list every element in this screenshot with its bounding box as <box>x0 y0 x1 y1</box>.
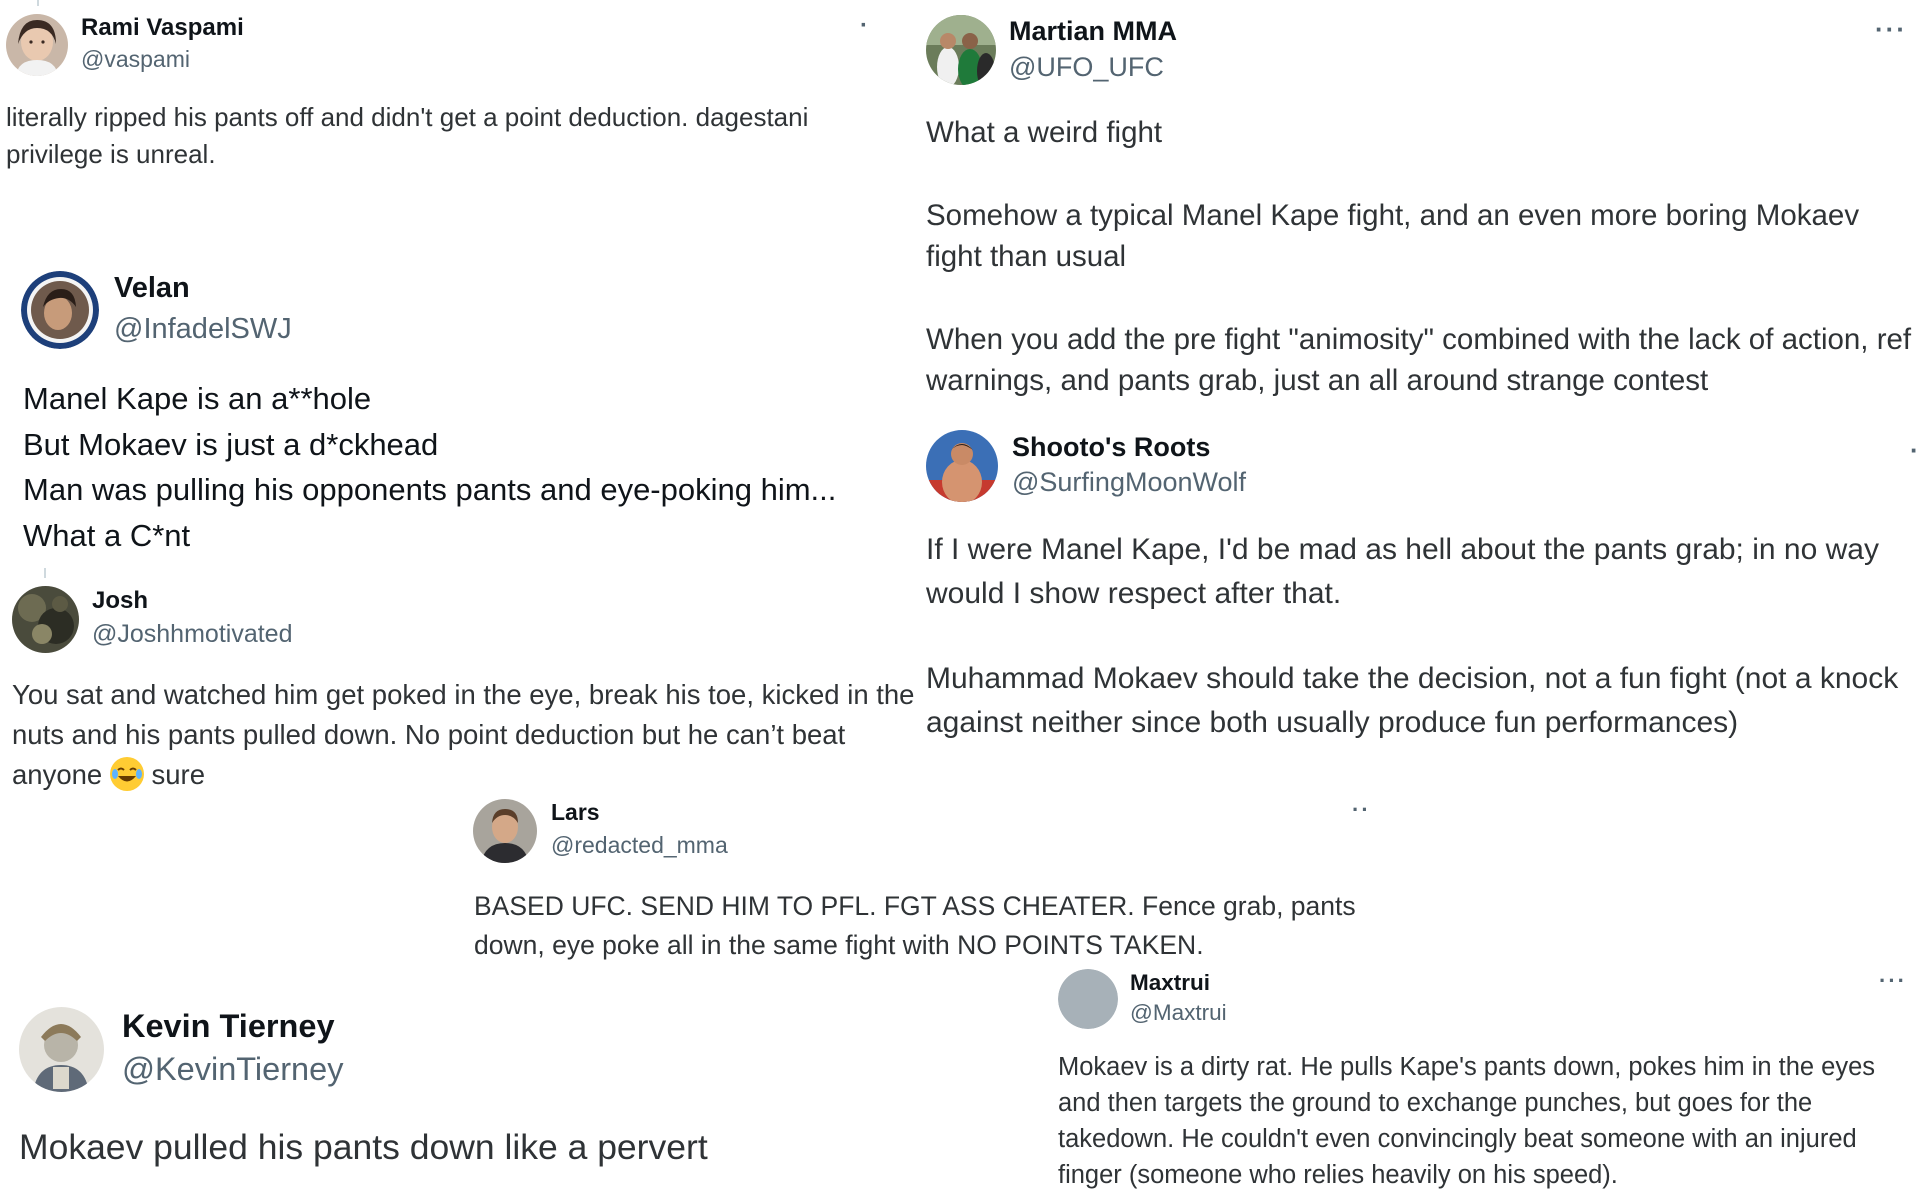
more-options-icon[interactable]: · <box>860 12 870 40</box>
avatar-photo <box>6 14 68 76</box>
display-name[interactable]: Maxtrui <box>1130 970 1210 996</box>
user-handle[interactable]: @SurfingMoonWolf <box>1012 467 1246 498</box>
tweet-lars: Lars @redacted_mma ·· BASED UFC. SEND HI… <box>470 795 1390 960</box>
avatar-photo <box>926 15 996 85</box>
default-avatar-icon <box>1058 969 1118 1029</box>
tweet-josh: Josh @Joshhmotivated You sat and watched… <box>0 568 920 798</box>
thread-line <box>44 568 46 578</box>
tweet-paragraph: Somehow a typical Manel Kape fight, and … <box>926 198 1860 274</box>
avatar-photo <box>21 271 99 349</box>
tweet-paragraph: What a weird fight <box>926 116 1163 149</box>
avatar[interactable] <box>1058 969 1118 1029</box>
user-handle[interactable]: @UFO_UFC <box>1009 52 1164 83</box>
avatar[interactable] <box>21 271 99 349</box>
user-handle[interactable]: @redacted_mma <box>551 832 728 859</box>
tears-of-joy-emoji-icon <box>109 757 144 791</box>
tweet-text: You sat and watched him get poked in the… <box>12 675 917 795</box>
tweet-line: But Mokaev is just a d*ckhead <box>23 426 439 462</box>
tweet-shooto: Shooto's Roots @SurfingMoonWolf · If I w… <box>920 415 1920 755</box>
avatar-photo <box>19 1007 104 1092</box>
tweet-rami: Rami Vaspami @vaspami · literally ripped… <box>0 0 900 180</box>
thread-line <box>37 0 39 6</box>
avatar-photo <box>473 799 537 863</box>
tweet-maxtrui: Maxtrui @Maxtrui ··· Mokaev is a dirty r… <box>1055 960 1920 1200</box>
tweet-martian: Martian MMA @UFO_UFC ··· What a weird fi… <box>920 0 1920 410</box>
display-name[interactable]: Shooto's Roots <box>1012 432 1210 463</box>
tweet-kevin: Kevin Tierney @KevinTierney Mokaev pulle… <box>0 995 1020 1200</box>
avatar-photo <box>926 430 998 502</box>
display-name[interactable]: Josh <box>92 587 148 615</box>
avatar[interactable] <box>6 14 68 76</box>
tweet-line: Man was pulling his opponents pants and … <box>23 472 837 507</box>
tweet-text: literally ripped his pants off and didn'… <box>6 102 809 169</box>
tweet-text: Manel Kape is an a**hole But Mokaev is j… <box>23 376 903 558</box>
user-handle[interactable]: @InfadelSWJ <box>114 313 292 346</box>
avatar[interactable] <box>473 799 537 863</box>
user-handle[interactable]: @vaspami <box>81 46 190 73</box>
avatar[interactable] <box>926 430 998 502</box>
tweet-paragraph: If I were Manel Kape, I'd be mad as hell… <box>926 533 1879 610</box>
tweet-text: What a weird fight Somehow a typical Man… <box>926 112 1916 402</box>
user-handle[interactable]: @KevinTierney <box>122 1051 343 1088</box>
tweet-line: Manel Kape is an a**hole <box>23 381 372 416</box>
more-options-icon[interactable]: ··· <box>1879 968 1907 994</box>
display-name[interactable]: Velan <box>114 272 190 305</box>
more-options-icon[interactable]: ·· <box>1352 797 1371 823</box>
tweet-text-part: sure <box>143 759 206 790</box>
avatar-photo <box>12 586 79 653</box>
tweet-velan: Velan @InfadelSWJ Manel Kape is an a**ho… <box>0 250 920 553</box>
tweet-text: Mokaev pulled his pants down like a perv… <box>19 1127 708 1167</box>
avatar[interactable] <box>12 586 79 653</box>
tweet-line: What a C*nt <box>23 517 191 553</box>
avatar[interactable] <box>19 1007 104 1092</box>
display-name[interactable]: Lars <box>551 799 600 826</box>
more-options-icon[interactable]: · <box>1910 435 1920 466</box>
tweet-paragraph: When you add the pre fight "animosity" c… <box>926 322 1912 398</box>
user-handle[interactable]: @Joshhmotivated <box>92 620 292 649</box>
display-name[interactable]: Rami Vaspami <box>81 14 244 42</box>
user-handle[interactable]: @Maxtrui <box>1130 1000 1227 1026</box>
tweet-text: Mokaev is a dirty rat. He pulls Kape's p… <box>1058 1053 1876 1189</box>
tweet-paragraph: Muhammad Mokaev should take the decision… <box>926 662 1899 739</box>
display-name[interactable]: Martian MMA <box>1009 16 1177 47</box>
more-options-icon[interactable]: ··· <box>1875 14 1907 45</box>
display-name[interactable]: Kevin Tierney <box>122 1008 335 1045</box>
avatar[interactable] <box>926 15 996 85</box>
tweet-text: If I were Manel Kape, I'd be mad as hell… <box>926 528 1916 744</box>
tweet-text: BASED UFC. SEND HIM TO PFL. FGT ASS CHEA… <box>474 891 1356 960</box>
